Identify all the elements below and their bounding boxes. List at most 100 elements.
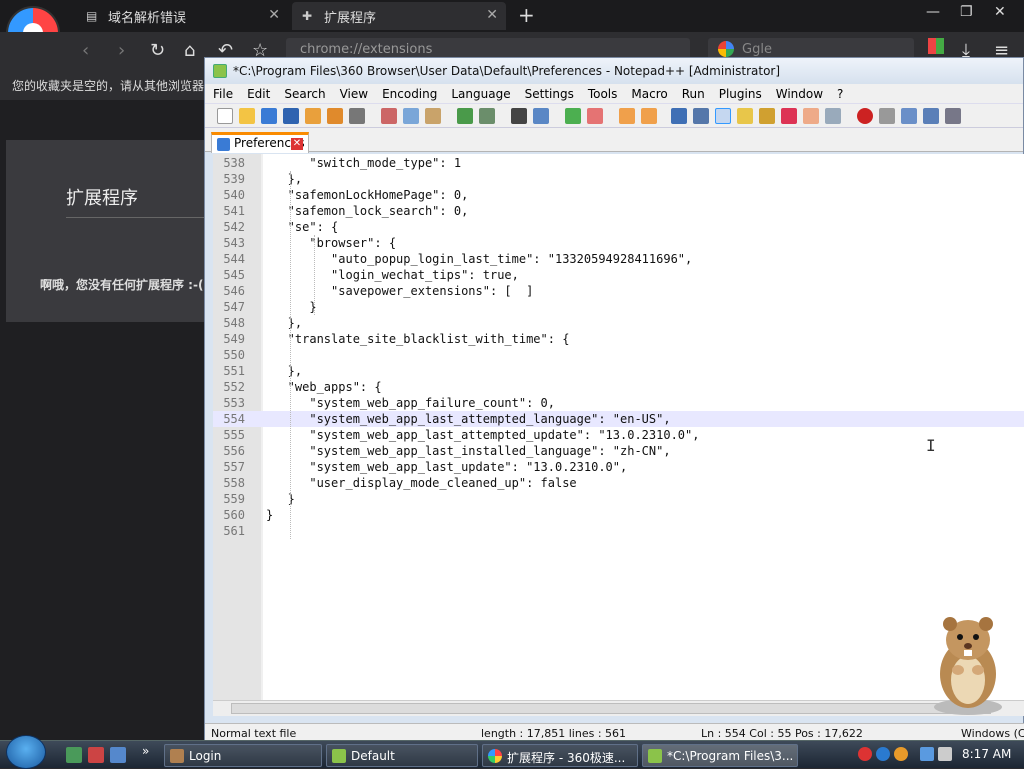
apps-icon[interactable] [928,38,944,54]
clock[interactable]: 8:17 AM [962,747,1011,761]
window-titlebar[interactable]: *C:\Program Files\360 Browser\User Data\… [205,58,1023,84]
code-line[interactable]: 550 [213,347,1024,363]
find-icon[interactable] [511,108,527,124]
line-text[interactable]: }, [266,315,302,331]
menu-language[interactable]: Language [451,87,510,101]
indent-guide-icon[interactable] [715,108,731,124]
tab-preferences[interactable]: Preferences ✕ [211,132,309,153]
restore-icon[interactable]: ❐ [960,4,973,20]
close-icon[interactable]: ✕ [486,7,498,23]
home-icon[interactable]: ⌂ [184,40,195,61]
tray-display-icon[interactable] [920,747,934,761]
eol-format[interactable]: Windows (C [961,727,1024,740]
close-tab-icon[interactable]: ✕ [291,138,303,150]
code-line[interactable]: 559 } [213,491,1024,507]
code-line[interactable]: 553 "system_web_app_failure_count": 0, [213,395,1024,411]
record-macro-icon[interactable] [857,108,873,124]
menu-run[interactable]: Run [682,87,705,101]
print-icon[interactable] [349,108,365,124]
save-all-icon[interactable] [283,108,299,124]
tray-security-icon[interactable] [858,747,872,761]
folder-workspace-icon[interactable] [781,108,797,124]
line-text[interactable]: }, [266,363,302,379]
tab-extensions[interactable]: ✚ 扩展程序 ✕ [292,2,506,30]
function-list-icon[interactable] [759,108,775,124]
word-wrap-icon[interactable] [671,108,687,124]
start-button[interactable] [6,735,46,769]
code-line[interactable]: 561 [213,523,1024,539]
line-text[interactable]: "safemonLockHomePage": 0, [266,187,469,203]
replace-icon[interactable] [533,108,549,124]
forward-icon[interactable]: › [118,40,125,61]
zoom-out-icon[interactable] [587,108,603,124]
more-chevron-icon[interactable]: » [142,744,158,760]
code-line[interactable]: 542 "se": { [213,219,1024,235]
editor[interactable]: 538 "switch_mode_type": 1 539 }, 540 "safe… [213,154,1024,700]
close-all-icon[interactable] [327,108,343,124]
sync-vertical-icon[interactable] [619,108,635,124]
folder-icon[interactable] [803,108,819,124]
save-macro-icon[interactable] [945,108,961,124]
code-line[interactable]: 554 "system_web_app_last_attempted_langu… [213,411,1024,427]
task-notepad[interactable]: *C:\Program Files\3... [642,744,798,767]
code-line[interactable]: 548 }, [213,315,1024,331]
run-macro-multiple-icon[interactable] [923,108,939,124]
open-file-icon[interactable] [239,108,255,124]
line-text[interactable]: "translate_site_blacklist_with_time": { [266,331,570,347]
menu-search[interactable]: Search [284,87,325,101]
line-text[interactable]: } [266,507,273,523]
line-text[interactable]: "savepower_extensions": [ ] [266,283,533,299]
undo-icon[interactable] [457,108,473,124]
code-line[interactable]: 556 "system_web_app_last_installed_langu… [213,443,1024,459]
stop-macro-icon[interactable] [879,108,895,124]
menu-window[interactable]: Window [776,87,823,101]
code-line[interactable]: 557 "system_web_app_last_update": "13.0.… [213,459,1024,475]
line-text[interactable]: "system_web_app_last_attempted_update": … [266,427,699,443]
reload-icon[interactable]: ↻ [150,40,165,61]
play-macro-icon[interactable] [901,108,917,124]
show-all-chars-icon[interactable] [693,108,709,124]
line-text[interactable]: "system_web_app_last_update": "13.0.2310… [266,459,627,475]
menu-view[interactable]: View [340,87,368,101]
quicklaunch-ie-icon[interactable] [88,747,104,763]
code-line[interactable]: 560} [213,507,1024,523]
tray-network-icon[interactable] [876,747,890,761]
cut-icon[interactable] [381,108,397,124]
code-line[interactable]: 558 "user_display_mode_cleaned_up": fals… [213,475,1024,491]
back-icon[interactable]: ‹ [82,40,89,61]
paste-icon[interactable] [425,108,441,124]
doc-map-icon[interactable] [737,108,753,124]
quicklaunch-icon[interactable] [66,747,82,763]
volume-icon[interactable] [938,747,952,761]
menu-plugins[interactable]: Plugins [719,87,762,101]
menu-tools[interactable]: Tools [588,87,618,101]
show-desktop-icon[interactable] [110,747,126,763]
line-text[interactable]: "user_display_mode_cleaned_up": false [266,475,576,491]
code-line[interactable]: 540 "safemonLockHomePage": 0, [213,187,1024,203]
scrollbar-thumb[interactable] [231,703,991,714]
code-line[interactable]: 552 "web_apps": { [213,379,1024,395]
tray-search-icon[interactable] [894,747,908,761]
code-line[interactable]: 538 "switch_mode_type": 1 [213,155,1024,171]
code-line[interactable]: 546 "savepower_extensions": [ ] [213,283,1024,299]
line-text[interactable]: "safemon_lock_search": 0, [266,203,469,219]
new-tab-button[interactable]: + [518,3,535,27]
line-text[interactable]: "system_web_app_last_attempted_language"… [266,411,670,427]
menu-encoding[interactable]: Encoding [382,87,437,101]
minimize-icon[interactable]: — [926,4,940,20]
menu-macro[interactable]: Macro [631,87,667,101]
line-text[interactable]: "system_web_app_failure_count": 0, [266,395,555,411]
task-browser[interactable]: 扩展程序 - 360极速... [482,744,638,767]
line-text[interactable]: } [266,299,316,315]
menu-file[interactable]: File [213,87,233,101]
monitor-icon[interactable] [825,108,841,124]
code-line[interactable]: 555 "system_web_app_last_attempted_updat… [213,427,1024,443]
line-text[interactable]: }, [266,171,302,187]
code-line[interactable]: 547 } [213,299,1024,315]
horizontal-scrollbar[interactable] [213,700,1024,716]
line-text[interactable]: "switch_mode_type": 1 [266,155,461,171]
redo-icon[interactable] [479,108,495,124]
code-line[interactable]: 544 "auto_popup_login_last_time": "13320… [213,251,1024,267]
task-default[interactable]: Default [326,744,478,767]
task-login[interactable]: Login [164,744,322,767]
